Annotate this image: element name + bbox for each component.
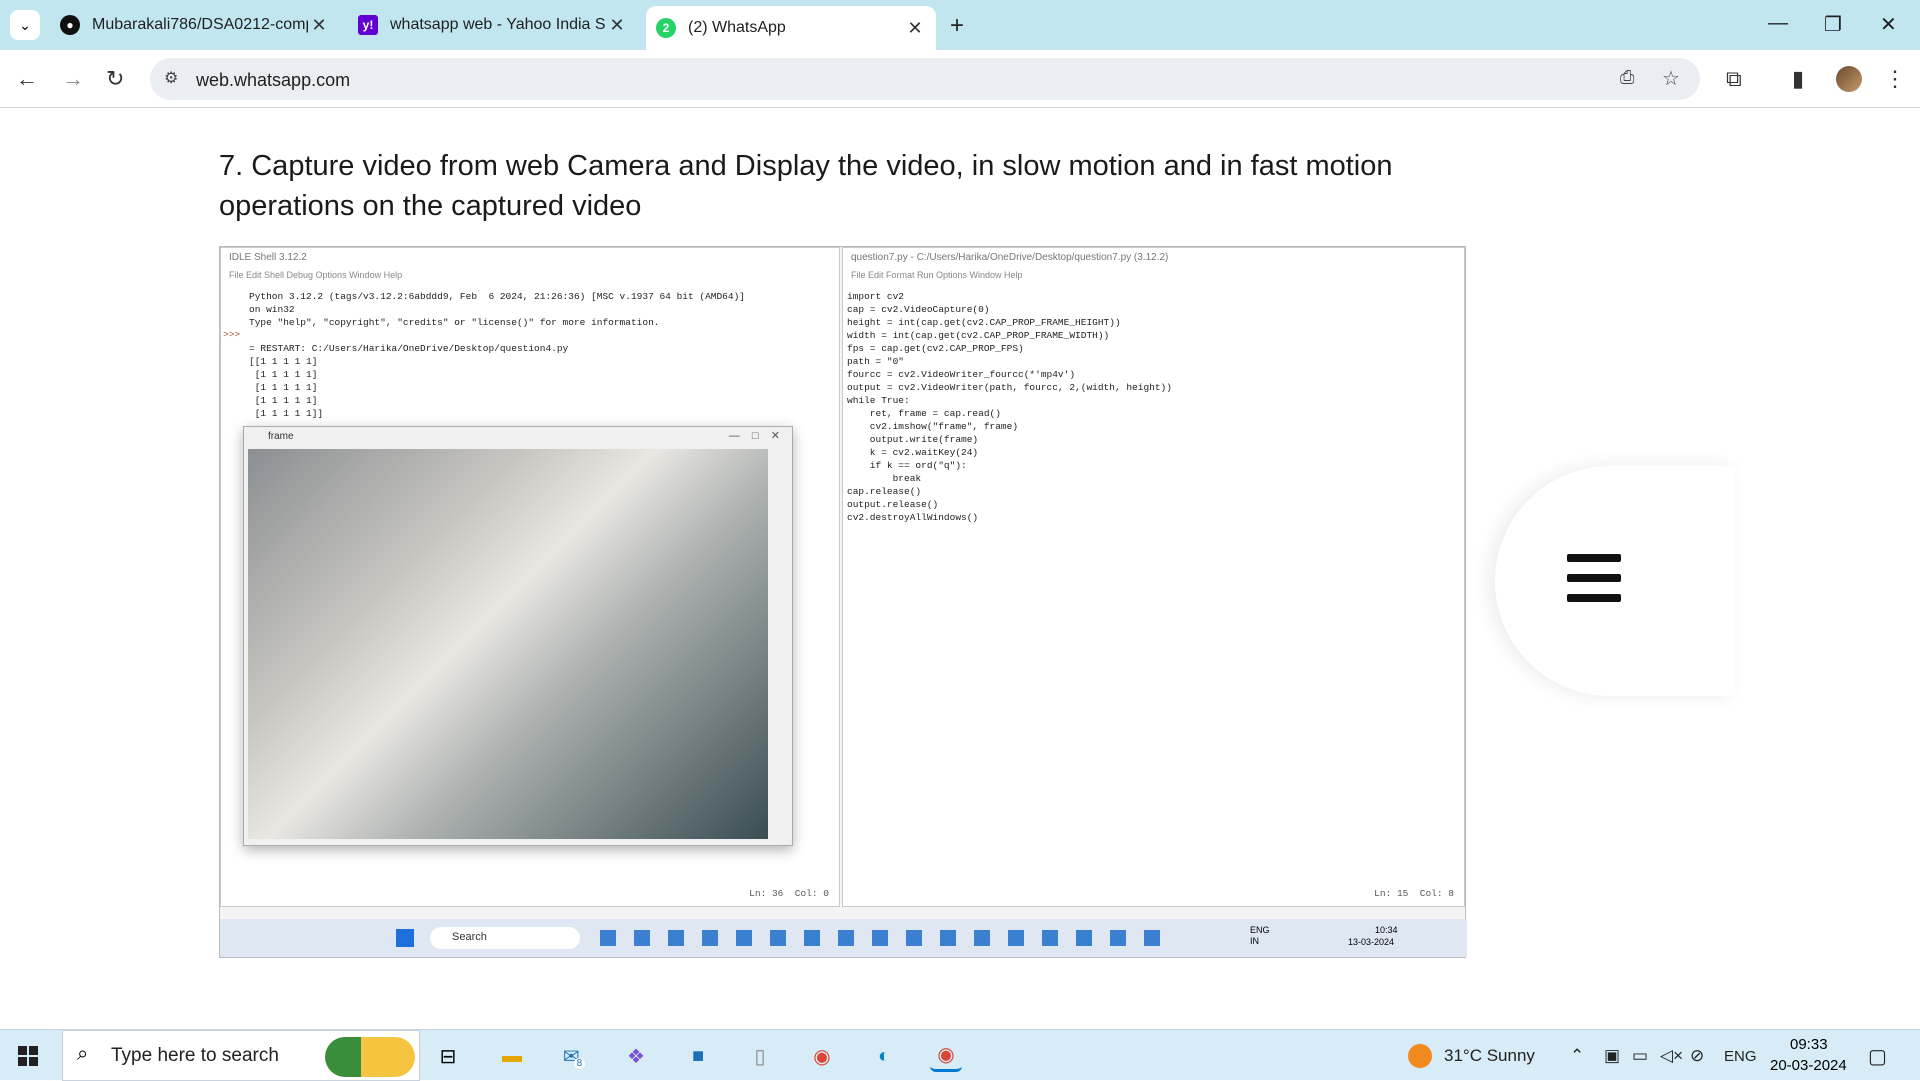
inner-start-icon <box>396 929 414 947</box>
menu-kebab-icon[interactable]: ⋮ <box>1884 66 1906 92</box>
store-icon[interactable]: ■ <box>682 1040 714 1072</box>
inner-taskbar: Search ENG IN 10:34 13-03-2024 <box>220 919 1467 957</box>
windows-start-icon[interactable] <box>18 1046 38 1066</box>
inner-date: 13-03-2024 <box>1348 937 1395 947</box>
tab-search-dropdown[interactable]: ⌄ <box>10 10 40 40</box>
file-icon[interactable]: ▯ <box>744 1040 776 1072</box>
inner-app-icons <box>600 930 1160 946</box>
browser-tab-bar: ⌄ ● Mubarakali786/DSA0212-comp ✕ y! what… <box>0 0 1920 50</box>
copilot-icon[interactable]: ❖ <box>620 1040 652 1072</box>
tab-whatsapp[interactable]: 2 (2) WhatsApp ✕ <box>646 6 936 50</box>
meet-icon[interactable]: ▣ <box>1604 1046 1620 1066</box>
weather-sun-icon <box>1408 1044 1432 1068</box>
shell-status: Ln: 36 Col: 0 <box>749 888 829 899</box>
camera-frame-window: frame — □ ✕ <box>243 426 793 846</box>
shell-output: Python 3.12.2 (tags/v3.12.2:6abddd9, Feb… <box>249 291 745 419</box>
inner-lang: ENG IN <box>1250 925 1270 946</box>
omnibox[interactable]: ⚙ web.whatsapp.com ⎙ ☆ <box>150 58 1700 100</box>
frame-title: frame <box>268 431 294 442</box>
side-panel-icon[interactable]: ▮ <box>1792 66 1804 92</box>
clock-time[interactable]: 09:33 <box>1790 1036 1828 1053</box>
search-placeholder: Type here to search <box>111 1045 279 1066</box>
search-icon: ⌕ <box>77 1043 89 1065</box>
tab-title: Mubarakali786/DSA0212-comp <box>92 16 308 33</box>
close-window-icon[interactable]: ✕ <box>1880 12 1897 37</box>
hamburger-menu-icon[interactable] <box>1567 554 1621 610</box>
inner-time: 10:34 <box>1375 925 1398 935</box>
mail-icon[interactable]: ✉ 8 <box>558 1040 590 1072</box>
page-heading: 7. Capture video from web Camera and Dis… <box>219 150 1393 222</box>
reload-icon[interactable]: ↻ <box>106 66 124 92</box>
notification-icon[interactable]: ▢ <box>1868 1044 1887 1069</box>
new-tab-button[interactable]: + <box>950 12 964 40</box>
inner-search-box: Search <box>430 927 580 949</box>
language-indicator[interactable]: ENG <box>1724 1048 1757 1065</box>
file-explorer-icon[interactable]: ▬ <box>496 1040 528 1072</box>
network-icon[interactable]: ⊘ <box>1690 1046 1704 1066</box>
camera-feed-image <box>248 449 768 839</box>
url-text: web.whatsapp.com <box>196 70 351 90</box>
shell-title: IDLE Shell 3.12.2 <box>229 252 307 263</box>
back-icon[interactable]: ← <box>16 66 38 92</box>
yahoo-icon: y! <box>358 15 378 35</box>
tray-chevron-icon[interactable]: ⌃ <box>1570 1046 1584 1066</box>
battery-icon[interactable]: ▭ <box>1632 1046 1648 1066</box>
edge-icon[interactable]: ◐ <box>868 1040 900 1072</box>
volume-muted-icon[interactable]: ◁× <box>1660 1046 1683 1066</box>
windows-taskbar: ⌕ Type here to search ⊟ ▬ ✉ 8 ❖ ■ ▯ ◉ ◐ ◉… <box>0 1029 1920 1081</box>
chrome-icon[interactable]: ◉ <box>806 1040 838 1072</box>
embedded-screenshot: IDLE Shell 3.12.2 File Edit Shell Debug … <box>219 246 1467 958</box>
editor-status: Ln: 15 Col: 8 <box>1374 888 1454 899</box>
idle-editor-window: question7.py - C:/Users/Harika/OneDrive/… <box>842 247 1465 907</box>
forward-icon[interactable]: → <box>62 66 84 92</box>
side-menu-panel <box>1495 466 1735 696</box>
tab-title: whatsapp web - Yahoo India Se <box>390 16 606 33</box>
page-content: 7. Capture video from web Camera and Dis… <box>0 108 1920 1029</box>
shell-prompts: >>> <box>223 329 241 340</box>
clock-date[interactable]: 20-03-2024 <box>1770 1057 1847 1074</box>
extensions-icon[interactable]: ⧉ <box>1726 66 1742 92</box>
profile-avatar[interactable] <box>1836 66 1862 92</box>
close-tab-icon[interactable]: ✕ <box>308 15 330 36</box>
address-toolbar: ← → ↻ ⚙ web.whatsapp.com ⎙ ☆ ⧉ ▮ ⋮ <box>0 50 1920 108</box>
tab-title: (2) WhatsApp <box>688 19 786 36</box>
editor-menu: File Edit Format Run Options Window Help <box>851 270 1023 280</box>
weather-text[interactable]: 31°C Sunny <box>1444 1046 1535 1066</box>
chrome-profile-icon[interactable]: ◉ <box>930 1040 962 1072</box>
github-icon: ● <box>60 15 80 35</box>
frame-window-controls: — □ ✕ <box>728 430 780 442</box>
editor-code: import cv2 cap = cv2.VideoCapture(0) hei… <box>847 291 1172 523</box>
minimize-icon[interactable]: — <box>1768 12 1788 35</box>
editor-title: question7.py - C:/Users/Harika/OneDrive/… <box>851 252 1169 263</box>
mail-badge: 8 <box>573 1057 586 1069</box>
task-view-icon[interactable]: ⊟ <box>432 1040 464 1072</box>
idle-shell-window: IDLE Shell 3.12.2 File Edit Shell Debug … <box>220 247 840 907</box>
close-tab-icon[interactable]: ✕ <box>904 18 926 39</box>
shell-menu: File Edit Shell Debug Options Window Hel… <box>229 270 403 280</box>
restore-icon[interactable]: ❐ <box>1824 12 1842 37</box>
install-app-icon[interactable]: ⎙ <box>1620 67 1634 88</box>
bookmark-star-icon[interactable]: ☆ <box>1662 66 1680 91</box>
taskbar-search[interactable]: ⌕ Type here to search <box>62 1030 420 1081</box>
whatsapp-icon: 2 <box>656 18 676 38</box>
tab-yahoo[interactable]: y! whatsapp web - Yahoo India Se ✕ <box>348 6 638 44</box>
earth-weather-widget-icon[interactable] <box>325 1037 415 1077</box>
tab-github[interactable]: ● Mubarakali786/DSA0212-comp ✕ <box>50 6 340 44</box>
close-tab-icon[interactable]: ✕ <box>606 15 628 36</box>
site-info-icon[interactable]: ⚙ <box>164 68 178 88</box>
